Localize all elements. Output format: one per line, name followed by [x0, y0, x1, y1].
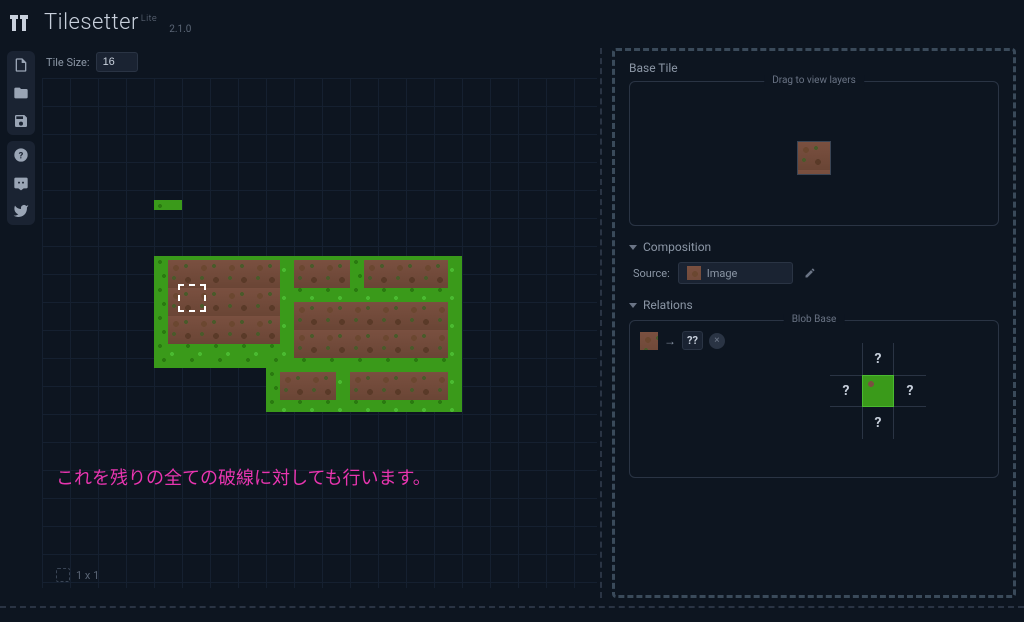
- relations-title: Relations: [643, 298, 693, 312]
- chevron-down-icon: [629, 245, 637, 250]
- neighbor-bottom[interactable]: ?: [862, 407, 894, 439]
- pencil-icon: [804, 267, 816, 279]
- source-label: Source:: [633, 267, 670, 280]
- sidebar-social-group: ?: [7, 141, 35, 225]
- folder-icon: [13, 85, 29, 101]
- annotation-text: これを残りの全ての破線に対しても行います。: [56, 464, 431, 490]
- discord-icon: [13, 175, 29, 191]
- tile-dirt-2[interactable]: [294, 260, 350, 288]
- remove-relation-button[interactable]: ×: [709, 333, 725, 349]
- relation-target[interactable]: ??: [682, 331, 703, 350]
- twitter-icon: [13, 203, 29, 219]
- tile-dirt-3[interactable]: [364, 260, 448, 288]
- source-row: Source: Image: [629, 262, 999, 284]
- drag-label: Drag to view layers: [764, 75, 864, 86]
- base-tile-box[interactable]: Drag to view layers: [629, 81, 999, 226]
- blob-label: Blob Base: [784, 314, 845, 325]
- edit-source-button[interactable]: [801, 264, 819, 282]
- relation-chain: → ?? ×: [640, 331, 988, 350]
- tile-dirt-5[interactable]: [280, 372, 336, 400]
- tile-canvas[interactable]: これを残りの全ての破線に対しても行います。 1 x 1: [42, 78, 597, 588]
- svg-text:?: ?: [19, 150, 24, 161]
- help-button[interactable]: ?: [7, 141, 35, 169]
- neighbor-left[interactable]: ?: [830, 375, 862, 407]
- coord-box-icon: [56, 568, 70, 582]
- logo-icon: [10, 13, 36, 33]
- panel-divider: [600, 48, 602, 598]
- tile-dirt-1[interactable]: [168, 260, 280, 344]
- composition-section: Composition Source: Image: [629, 240, 999, 284]
- base-tile-title: Base Tile: [629, 61, 999, 75]
- relations-section: Relations Blob Base → ?? × ? ? ? ?: [629, 298, 999, 478]
- coord-text: 1 x 1: [76, 569, 99, 582]
- bottom-divider: [0, 606, 1024, 608]
- app-edition: Lite: [141, 14, 157, 24]
- neighbor-center[interactable]: [862, 375, 894, 407]
- arrow-icon: →: [664, 334, 676, 348]
- twitter-button[interactable]: [7, 197, 35, 225]
- tile-size-control: Tile Size:: [46, 52, 138, 72]
- discord-button[interactable]: [7, 169, 35, 197]
- help-icon: ?: [13, 147, 29, 163]
- save-icon: [13, 113, 29, 129]
- tile-grass-patch[interactable]: [154, 200, 182, 210]
- blob-box: Blob Base → ?? × ? ? ? ?: [629, 320, 999, 478]
- relations-header[interactable]: Relations: [629, 298, 999, 312]
- neighbor-grid: ? ? ? ?: [830, 343, 926, 439]
- chevron-down-icon: [629, 303, 637, 308]
- app-title: TilesetterLite: [44, 10, 157, 35]
- source-swatch-icon: [687, 266, 701, 280]
- save-file-button[interactable]: [7, 107, 35, 135]
- source-value: Image: [707, 267, 738, 280]
- neighbor-right[interactable]: ?: [894, 375, 926, 407]
- base-tile-swatch[interactable]: [797, 141, 831, 175]
- app-version: 2.1.0: [169, 24, 191, 35]
- file-icon: [13, 57, 29, 73]
- relation-tile-swatch[interactable]: [640, 332, 658, 350]
- new-file-button[interactable]: [7, 51, 35, 79]
- composition-title: Composition: [643, 240, 711, 254]
- tile-size-label: Tile Size:: [46, 56, 90, 69]
- sidebar: ?: [0, 48, 42, 228]
- base-tile-section: Base Tile Drag to view layers: [629, 61, 999, 226]
- sidebar-file-group: [7, 51, 35, 135]
- tile-size-input[interactable]: [96, 52, 138, 72]
- composition-header[interactable]: Composition: [629, 240, 999, 254]
- open-file-button[interactable]: [7, 79, 35, 107]
- inspector-panel: Base Tile Drag to view layers Compositio…: [612, 48, 1016, 598]
- tile-dirt-6[interactable]: [350, 372, 448, 400]
- app-logo: [10, 13, 36, 33]
- source-select[interactable]: Image: [678, 262, 793, 284]
- tile-dirt-4[interactable]: [294, 302, 448, 358]
- neighbor-top[interactable]: ?: [862, 343, 894, 375]
- coord-display: 1 x 1: [56, 568, 99, 582]
- app-header: TilesetterLite 2.1.0: [0, 0, 1024, 45]
